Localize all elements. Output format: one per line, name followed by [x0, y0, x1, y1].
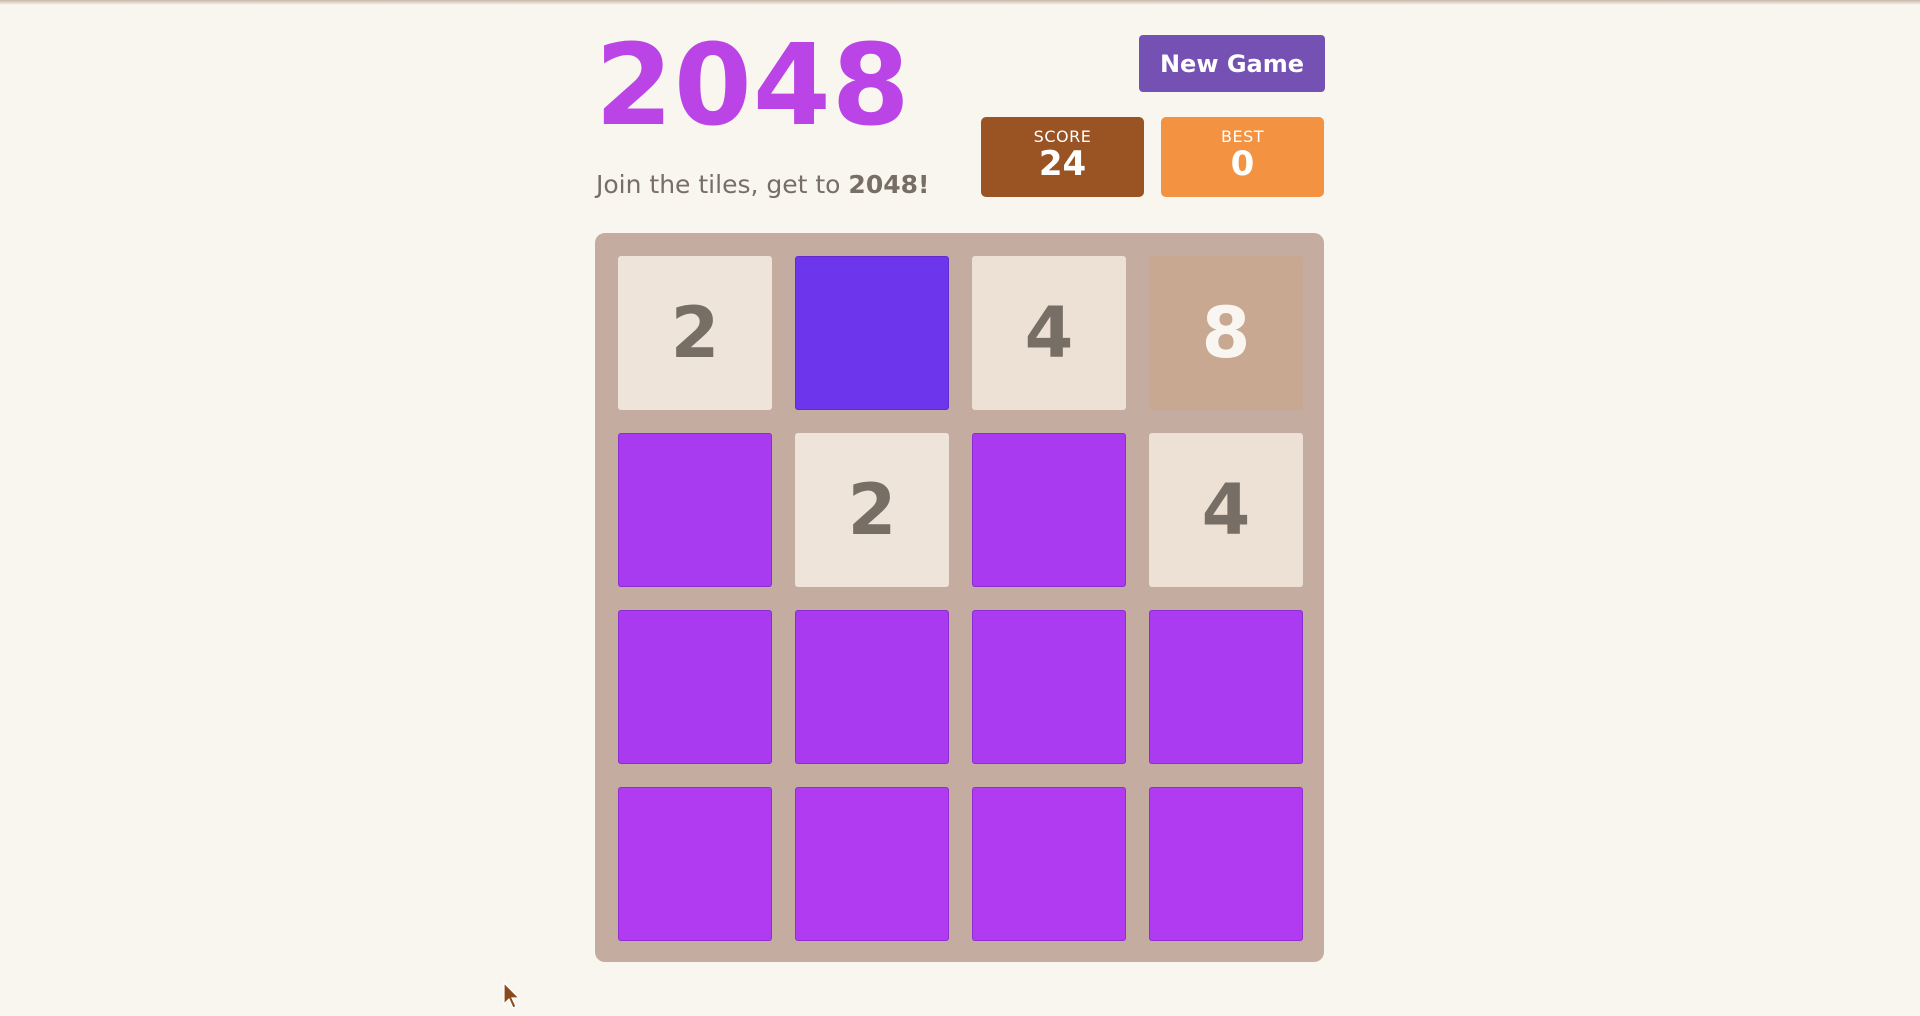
- game-intro: Join the tiles, get to 2048!: [596, 170, 929, 199]
- new-game-button[interactable]: New Game: [1139, 35, 1325, 92]
- tile-r3-c2: [795, 610, 949, 764]
- tile-r2-c1: [618, 433, 772, 587]
- best-label: BEST: [1220, 127, 1264, 146]
- intro-goal: 2048!: [848, 170, 930, 199]
- tile-r1-c4: 8: [1149, 256, 1303, 410]
- mouse-cursor-icon: [503, 982, 521, 1009]
- tile-r2-c2: 2: [795, 433, 949, 587]
- intro-text: Join the tiles, get to: [596, 170, 849, 199]
- tile-r4-c1: [618, 787, 772, 941]
- tile-r2-c3: [972, 433, 1126, 587]
- best-value: 0: [1230, 144, 1255, 184]
- window-top-edge: [0, 0, 1920, 5]
- best-score-box: BEST 0: [1161, 117, 1324, 197]
- tile-r1-c1: 2: [618, 256, 772, 410]
- score-value: 24: [1038, 144, 1087, 184]
- game-board[interactable]: 24824: [595, 233, 1324, 962]
- tile-r4-c3: [972, 787, 1126, 941]
- tile-r3-c1: [618, 610, 772, 764]
- tile-r4-c4: [1149, 787, 1303, 941]
- tile-r2-c4: 4: [1149, 433, 1303, 587]
- tile-r3-c4: [1149, 610, 1303, 764]
- tile-r3-c3: [972, 610, 1126, 764]
- tile-r1-c3: 4: [972, 256, 1126, 410]
- score-box: SCORE 24: [981, 117, 1144, 197]
- tile-r4-c2: [795, 787, 949, 941]
- score-label: SCORE: [1033, 127, 1092, 146]
- tile-r1-c2: [795, 256, 949, 410]
- game-title: 2048: [595, 21, 911, 151]
